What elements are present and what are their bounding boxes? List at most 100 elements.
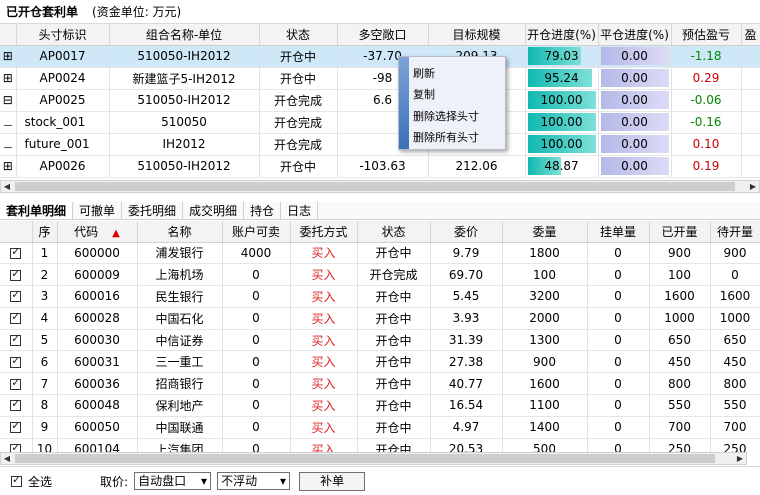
row-checkbox[interactable] [10,310,22,325]
sort-ascending-icon[interactable]: ▲ [112,228,120,239]
order-row[interactable]: 4600028中国石化0买入开仓中3.932000010001000 [0,307,760,330]
expand-cell[interactable]: ⊞ [0,67,17,90]
column-header[interactable]: 待开量 [710,221,760,243]
tab-3[interactable]: 成交明细 [183,202,245,219]
expand-icon[interactable]: ⊞ [3,71,13,85]
open-progress-cell: 79.03 [525,45,599,68]
position-id: future_001 [16,133,110,156]
expand-cell[interactable]: ⊟ [0,89,17,112]
order-row[interactable]: 7600036招商银行0买入开仓中40.7716000800800 [0,372,760,396]
position-row[interactable]: ⊞ AP0024 新建篮子5-IH2012 开仓中 -98 95.24 0.00 0.29 [0,67,760,90]
scroll-left-icon[interactable]: ◀ [1,453,13,464]
column-header[interactable]: 目标规模 [428,24,526,46]
scrollbar-thumb[interactable] [15,454,715,463]
order-row[interactable]: 3600016民生银行0买入开仓中5.453200016001600 [0,285,760,308]
row-checkbox-cell[interactable] [0,394,33,417]
column-header[interactable]: 盈 [741,24,760,46]
menu-item-refresh[interactable]: 刷新 [413,65,435,81]
row-checkbox[interactable] [10,397,22,412]
expand-cell[interactable] [0,111,17,134]
row-checkbox-cell[interactable] [0,372,33,396]
column-header[interactable]: 委托方式 [290,221,358,243]
tab-1[interactable]: 可撤单 [73,202,123,219]
column-header[interactable]: 委价 [430,221,503,243]
price-mode-select[interactable]: 自动盘口 ▾ [134,472,212,490]
scroll-right-icon[interactable]: ▶ [734,453,746,464]
position-row[interactable]: ⊞ AP0026 510050-IH2012 开仓中 -103.63 212.06 48.8… [0,155,760,178]
position-row[interactable]: ⊞AP0017510050-IH2012开仓中-37.70209.1379.03… [0,45,760,68]
column-header[interactable] [0,221,33,243]
column-header[interactable]: 名称 [137,221,223,243]
name: 中信证券 [137,329,223,352]
row-checkbox[interactable] [10,376,22,390]
column-header[interactable]: 序 [32,221,58,243]
column-header[interactable]: 平仓进度(%) [598,24,672,46]
column-header[interactable]: 多空敞口 [337,24,429,46]
column-header[interactable]: 挂单量 [587,221,650,243]
column-header[interactable]: 账户可卖 [222,221,291,243]
collapse-icon[interactable]: ⊟ [3,93,13,107]
sellable: 0 [222,438,291,453]
row-checkbox-cell[interactable] [0,307,33,330]
menu-item-copy[interactable]: 复制 [413,86,435,102]
menu-item-delete-all[interactable]: 删除所有头寸 [413,129,479,145]
row-checkbox-cell[interactable] [0,329,33,352]
order-row[interactable]: 10600104上汽集团0买入开仓中20.535000250250 [0,438,760,453]
column-header[interactable]: 状态 [357,221,431,243]
row-checkbox-cell[interactable] [0,350,33,374]
expand-cell[interactable]: ⊞ [0,45,17,68]
column-header[interactable]: 开仓进度(%) [525,24,599,46]
row-checkbox[interactable] [10,354,22,368]
expand-icon[interactable]: ⊞ [3,49,13,63]
row-checkbox[interactable] [10,288,22,303]
tab-5[interactable]: 日志 [281,202,319,219]
row-checkbox[interactable] [10,267,22,281]
opened-qty: 100 [649,263,711,287]
select-all-checkbox[interactable] [11,473,22,487]
row-checkbox[interactable] [10,245,22,259]
scroll-left-icon[interactable]: ◀ [1,181,13,192]
row-checkbox[interactable] [10,332,22,347]
order-row[interactable]: 1600000浦发银行4000买入开仓中9.7918000900900 [0,242,760,265]
column-header[interactable]: 预估盈亏 [671,24,742,46]
menu-item-delete-selected[interactable]: 删除选择头寸 [413,108,479,124]
scrollbar-thumb[interactable] [15,182,735,191]
order-row[interactable]: 8600048保利地产0买入开仓中16.5411000550550 [0,394,760,417]
position-row[interactable]: future_001 IH2012 开仓完成 100.00 0.00 0.10 [0,133,760,156]
row-checkbox-cell[interactable] [0,263,33,287]
column-header[interactable]: 头寸标识 [16,24,110,46]
order-horizontal-scrollbar[interactable]: ◀ ▶ [0,452,747,465]
combo-name: 510050-IH2012 [109,155,260,178]
order-row[interactable]: 6600031三一重工0买入开仓中27.389000450450 [0,350,760,374]
expand-icon[interactable]: ⊞ [3,159,13,173]
tab-0[interactable]: 套利单明细 [0,202,74,219]
expand-cell[interactable] [0,133,17,156]
row-checkbox[interactable] [10,419,22,434]
positions-horizontal-scrollbar[interactable]: ◀ ▶ [0,180,760,193]
column-header[interactable]: 状态 [259,24,338,46]
row-checkbox-cell[interactable] [0,285,33,308]
price: 16.54 [430,394,503,417]
resubmit-order-button[interactable]: 补单 [299,471,366,491]
order-row[interactable]: 9600050中国联通0买入开仓中4.9714000700700 [0,416,760,439]
expand-cell[interactable]: ⊞ [0,155,17,178]
column-header[interactable] [0,24,17,46]
opened-qty: 700 [649,416,711,439]
float-mode-select[interactable]: 不浮动 ▾ [217,472,291,490]
row-checkbox-cell[interactable] [0,438,33,453]
column-header[interactable]: 委量 [502,221,588,243]
order-type: 买入 [290,438,358,453]
column-header[interactable]: 已开量 [649,221,711,243]
code: 600031 [57,350,138,374]
row-checkbox-cell[interactable] [0,416,33,439]
order-row[interactable]: 5600030中信证券0买入开仓中31.3913000650650 [0,329,760,352]
column-header[interactable]: 代码 ▲ [57,221,138,243]
position-row[interactable]: ⊟ AP0025 510050-IH2012 开仓完成 6.6 100.00 0.00 -0.… [0,89,760,112]
order-row[interactable]: 2600009上海机场0买入开仓完成69.7010001000 [0,263,760,287]
tab-2[interactable]: 委托明细 [122,202,184,219]
row-checkbox-cell[interactable] [0,242,33,265]
scroll-right-icon[interactable]: ▶ [747,181,759,192]
position-row[interactable]: stock_001 510050 开仓完成 100.00 0.00 -0.16 [0,111,760,134]
tab-4[interactable]: 持仓 [244,202,282,219]
column-header[interactable]: 组合名称-单位 [109,24,260,46]
